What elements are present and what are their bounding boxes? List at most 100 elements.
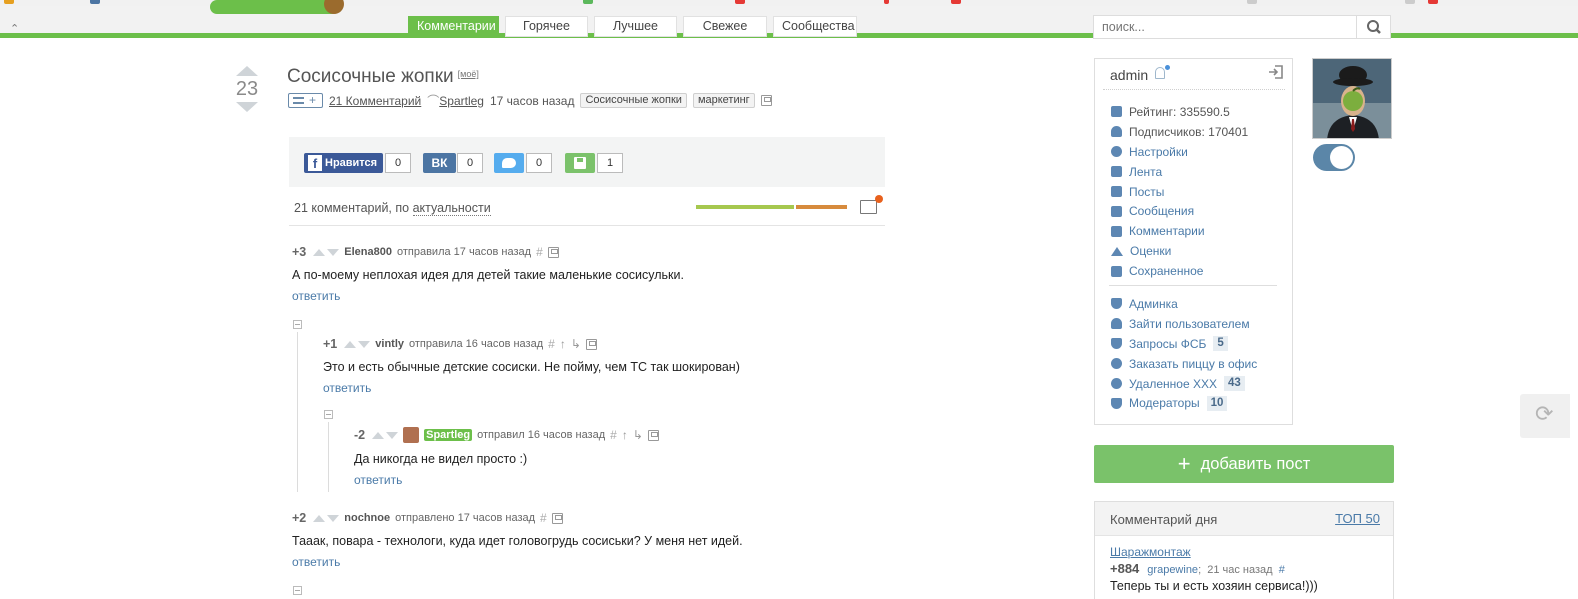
cod-post-link[interactable]: Шаражмонтаж (1110, 545, 1378, 559)
avatar[interactable] (403, 427, 420, 443)
permalink-icon[interactable]: # (610, 428, 617, 442)
save-icon[interactable] (760, 95, 772, 106)
menu-moderators[interactable]: Модераторы 10 (1111, 393, 1257, 413)
save-icon[interactable] (547, 246, 559, 258)
comments-link[interactable]: 21 Комментарий (329, 94, 421, 108)
upvote-arrow-icon[interactable] (344, 340, 357, 348)
cod-time: 21 час назад (1207, 564, 1273, 576)
notifications-bell-icon[interactable] (1155, 65, 1170, 79)
collapse-branch-icon[interactable] (324, 410, 333, 419)
comment-author[interactable]: Spartleg (424, 429, 473, 441)
gear-icon (1111, 146, 1122, 158)
profile-panel: admin Рейтинг: 335590.5 Подписчиков: 170… (1094, 58, 1293, 425)
downvote-arrow-icon[interactable] (358, 340, 371, 348)
menu-settings[interactable]: Настройки (1111, 142, 1248, 162)
parent-arrow-icon[interactable]: ↑ (622, 428, 628, 442)
comments-sort-bar: 21 комментарий, по актуальности (289, 188, 885, 226)
downvote-arrow-icon[interactable] (327, 248, 340, 256)
collapse-branch-icon[interactable] (293, 320, 302, 329)
menu-deleted-xxx[interactable]: Удаленное XXX 43 (1111, 374, 1257, 394)
facebook-count: 0 (385, 153, 411, 173)
menu-order-pizza[interactable]: Заказать пиццу в офис (1111, 354, 1257, 374)
tag[interactable]: маркетинг (692, 93, 755, 108)
reply-link[interactable]: ответить (354, 473, 659, 487)
comment: +2 nochnoe отправлено 17 часов назад # Т… (292, 511, 743, 569)
logout-icon[interactable] (1268, 64, 1284, 80)
tab-comments[interactable]: Комментарии (408, 16, 499, 37)
downvote-arrow-icon[interactable] (386, 431, 399, 439)
comment-author[interactable]: vintly (375, 338, 404, 350)
comment-author[interactable]: nochnoe (344, 512, 390, 524)
top-50-link[interactable]: ТОП 50 (1335, 511, 1380, 526)
cod-author[interactable]: grapewine (1147, 564, 1198, 576)
menu-posts[interactable]: Посты (1111, 182, 1248, 202)
avatar-image (1313, 59, 1391, 138)
menu-saved[interactable]: Сохраненное (1111, 261, 1248, 281)
user-icon: ⌒ (427, 94, 440, 108)
permalink-icon[interactable]: # (540, 511, 547, 525)
twitter-share-button[interactable] (494, 153, 524, 173)
save-icon[interactable] (647, 429, 659, 441)
subscribers-stat: Подписчиков: 170401 (1111, 122, 1248, 142)
post-author[interactable]: Spartleg (439, 94, 484, 108)
menu-login-as-user[interactable]: Зайти пользователем (1111, 314, 1257, 334)
add-post-button[interactable]: + добавить пост (1094, 445, 1394, 483)
comments-count: 21 комментарий, по актуальности (294, 201, 491, 216)
refresh-icon[interactable] (1520, 394, 1570, 438)
permalink-icon[interactable]: # (536, 245, 543, 259)
comment-rating: +1 (323, 337, 338, 351)
tag[interactable]: Сосисочные жопки (580, 93, 687, 108)
tab-hot[interactable]: Горячее (505, 16, 588, 37)
comment-tree-button[interactable]: + (288, 93, 323, 108)
upvote-arrow-icon[interactable] (313, 248, 326, 256)
collapse-branch-icon[interactable] (293, 586, 302, 595)
reply-link[interactable]: ответить (292, 289, 684, 303)
main-nav: Комментарии Горячее Лучшее Свежее Сообще… (408, 16, 857, 37)
avatar[interactable] (1312, 58, 1392, 139)
menu-fsb-requests[interactable]: Запросы ФСБ 5 (1111, 334, 1257, 354)
reply-link[interactable]: ответить (292, 555, 743, 569)
vk-share-button[interactable]: ВК (423, 153, 456, 173)
parent-arrow-icon[interactable]: ↑ (560, 337, 566, 351)
branch-icon[interactable]: ↳ (633, 428, 643, 442)
site-logo[interactable] (210, 0, 350, 24)
menu-ratings[interactable]: Оценки (1111, 241, 1248, 261)
save-share-button[interactable] (565, 153, 595, 173)
sort-order-link[interactable]: актуальности (412, 201, 491, 216)
downvote-arrow-icon[interactable] (327, 514, 340, 522)
menu-admin[interactable]: Админка (1111, 294, 1257, 314)
plus-icon: + (1177, 451, 1191, 476)
upvote-arrow-icon[interactable] (372, 431, 385, 439)
clock-icon (1111, 378, 1122, 389)
collapse-caret-icon[interactable]: ⌃ (10, 22, 19, 35)
post-title[interactable]: Сосисочные жопки [моё] (287, 66, 479, 88)
user-key-icon (1111, 318, 1122, 330)
upvote-arrow-icon[interactable] (236, 66, 258, 76)
post-meta: + 21 Комментарий ⌒ Spartleg 17 часов наз… (288, 92, 772, 109)
profile-username[interactable]: admin (1110, 67, 1148, 83)
save-icon[interactable] (585, 338, 597, 350)
image-icon[interactable] (860, 195, 883, 214)
menu-comments[interactable]: Комментарии (1111, 221, 1248, 241)
tab-best[interactable]: Лучшее (594, 16, 677, 37)
upvote-arrow-icon[interactable] (313, 514, 326, 522)
mine-label[interactable]: [моё] (458, 69, 479, 79)
comment-author[interactable]: Elena800 (344, 246, 392, 258)
tab-communities[interactable]: Сообщества (773, 16, 857, 37)
comment-text: Это и есть обычные детские сосиски. Не п… (323, 360, 740, 374)
permalink-icon[interactable]: # (1279, 564, 1285, 576)
search-input[interactable] (1094, 16, 1354, 38)
search-button[interactable] (1356, 16, 1390, 38)
theme-toggle[interactable] (1313, 144, 1355, 171)
reply-link[interactable]: ответить (323, 381, 740, 395)
menu-messages[interactable]: Сообщения (1111, 201, 1248, 221)
comment-of-the-day: Комментарий дня ТОП 50 Шаражмонтаж +884 g… (1094, 501, 1394, 599)
comment-text: Да никогда не видел просто :) (354, 452, 528, 466)
tab-fresh[interactable]: Свежее (683, 16, 767, 37)
permalink-icon[interactable]: # (548, 337, 555, 351)
branch-icon[interactable]: ↳ (571, 337, 581, 351)
save-icon[interactable] (551, 512, 563, 524)
menu-feed[interactable]: Лента (1111, 162, 1248, 182)
downvote-arrow-icon[interactable] (236, 102, 258, 112)
facebook-like-button[interactable]: Нравится (304, 153, 383, 173)
